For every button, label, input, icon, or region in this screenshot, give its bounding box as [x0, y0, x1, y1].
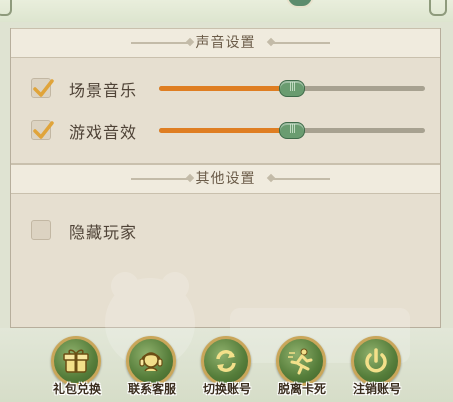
ornament-right: [272, 178, 330, 180]
scene-music-checkbox[interactable]: [31, 78, 54, 98]
ornament-left: [131, 178, 189, 180]
customer-service-label: 联系客服: [127, 382, 176, 396]
top-decor-strip: [0, 0, 453, 22]
scene-music-slider-thumb[interactable]: [279, 80, 305, 97]
escape-stuck-icon: [288, 348, 313, 375]
scene-music-label: 场景音乐: [69, 81, 138, 100]
sound-settings-body: 场景音乐 游戏音效: [11, 58, 440, 164]
customer-service-icon: [139, 352, 163, 372]
checkmark-icon: [33, 121, 54, 139]
gift-icon: [63, 349, 89, 373]
sound-settings-title: 声音设置: [195, 35, 256, 51]
scene-music-row: 场景音乐: [11, 74, 440, 102]
other-settings-header: 其他设置: [11, 164, 440, 194]
hide-players-checkbox[interactable]: [31, 220, 51, 240]
gift-redeem-label: 礼包兑换: [52, 382, 101, 396]
escape-stuck-button[interactable]: 脱离卡死: [270, 336, 334, 402]
deactivate-account-circle: [351, 336, 401, 386]
game-sfx-slider-thumb[interactable]: [279, 122, 305, 139]
corner-ornament-right: [429, 0, 447, 16]
game-sfx-checkbox[interactable]: [31, 120, 54, 140]
other-settings-title: 其他设置: [195, 171, 256, 187]
sound-settings-header: 声音设置: [11, 28, 440, 58]
corner-ornament-left: [0, 0, 12, 16]
hide-players-row: 隐藏玩家: [11, 216, 440, 244]
gift-redeem-button[interactable]: 礼包兑换: [45, 336, 109, 402]
scene-music-slider-fill: [159, 86, 292, 91]
deactivate-account-button[interactable]: 注销账号: [345, 336, 409, 402]
checkmark-icon: [33, 79, 54, 97]
escape-stuck-label: 脱离卡死: [277, 382, 326, 396]
switch-account-icon: [216, 350, 236, 372]
customer-service-button[interactable]: 联系客服: [120, 336, 184, 402]
game-sfx-label: 游戏音效: [69, 123, 138, 142]
escape-stuck-circle: [276, 336, 326, 386]
gift-redeem-circle: [51, 336, 101, 386]
game-sfx-row: 游戏音效: [11, 116, 440, 144]
deactivate-account-label: 注销账号: [352, 382, 401, 396]
power-icon: [365, 348, 387, 373]
ornament-left: [131, 42, 189, 44]
switch-account-label: 切换账号: [202, 382, 251, 396]
hide-players-label: 隐藏玩家: [69, 223, 138, 242]
switch-account-circle: [201, 336, 251, 386]
customer-service-circle: [126, 336, 176, 386]
game-sfx-slider-fill: [159, 128, 292, 133]
switch-account-button[interactable]: 切换账号: [195, 336, 259, 402]
scene-music-slider[interactable]: [159, 80, 425, 97]
ornament-right: [272, 42, 330, 44]
game-sfx-slider[interactable]: [159, 122, 425, 139]
panel-knob: [286, 0, 314, 8]
